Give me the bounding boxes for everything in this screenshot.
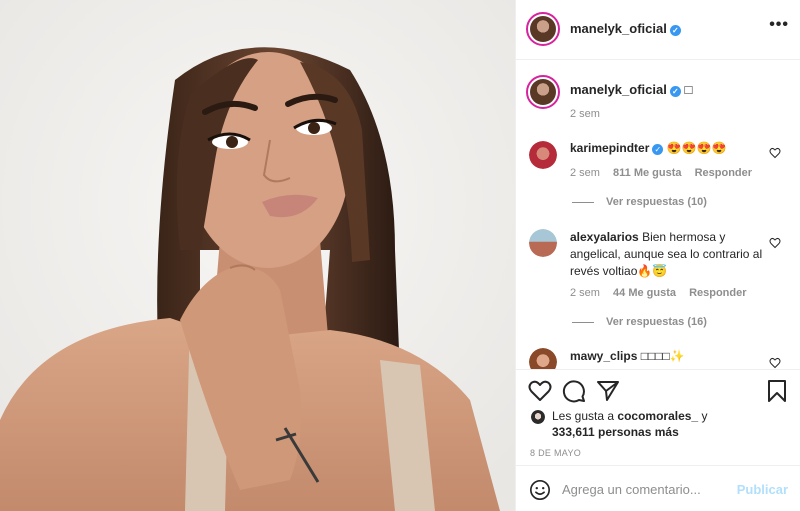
- comment-like-heart-icon[interactable]: [769, 147, 781, 159]
- post-date[interactable]: 8 DE MAYO: [530, 448, 581, 458]
- comment-like-heart-icon[interactable]: [769, 237, 781, 249]
- caption-time[interactable]: 2 sem: [570, 108, 600, 120]
- comment-likes[interactable]: 811 Me gusta: [613, 167, 681, 179]
- comment-avatar[interactable]: [529, 348, 557, 369]
- likes-count-line: 333,611 personas más: [552, 424, 679, 440]
- bookmark-icon[interactable]: [765, 379, 789, 403]
- comment-input[interactable]: [562, 478, 732, 500]
- share-paper-plane-icon[interactable]: [596, 379, 620, 403]
- publish-button[interactable]: Publicar: [737, 482, 788, 497]
- comment-item: alexyalarios Bien hermosa y angelical, a…: [570, 229, 765, 280]
- post-photo[interactable]: [0, 0, 515, 511]
- likes-prefix: Les gusta a: [552, 409, 615, 423]
- divider-line: [572, 201, 594, 203]
- comment-item: mawy_clips □□□□✨: [570, 348, 765, 365]
- comment-icon[interactable]: [562, 379, 586, 403]
- likes-user[interactable]: cocomorales_: [617, 409, 698, 423]
- caption-username[interactable]: manelyk_oficial ✓ □: [570, 82, 692, 97]
- author-username[interactable]: manelyk_oficial ✓: [570, 21, 681, 36]
- add-comment-bar: Publicar: [516, 465, 800, 511]
- reply-button[interactable]: Responder: [695, 167, 752, 179]
- likes-summary: Les gusta a cocomorales_ y: [552, 408, 707, 424]
- comment-like-heart-icon[interactable]: [769, 357, 781, 369]
- comment-time[interactable]: 2 sem: [570, 287, 600, 299]
- view-replies-label[interactable]: Ver respuestas (16): [606, 316, 707, 328]
- post-actions: Les gusta a cocomorales_ y 333,611 perso…: [516, 369, 800, 464]
- verified-badge-icon: ✓: [669, 86, 681, 97]
- likes-count[interactable]: 333,611 personas más: [552, 425, 679, 439]
- emoji-icon[interactable]: [529, 479, 551, 501]
- caption-author-avatar[interactable]: [526, 75, 560, 109]
- comment-meta: 2 sem 811 Me gusta Responder: [570, 167, 752, 179]
- comment-text: □□□□✨: [640, 349, 685, 363]
- comment-username[interactable]: mawy_clips: [570, 349, 637, 363]
- comment-item: karimepindter ✓ 😍😍😍😍: [570, 140, 765, 157]
- heart-icon[interactable]: [528, 379, 552, 403]
- caption-text: □: [684, 82, 693, 97]
- comment-likes[interactable]: 44 Me gusta: [613, 287, 676, 299]
- comments-list[interactable]: manelyk_oficial ✓ □ 2 sem karimepindter ✓ …: [516, 61, 800, 369]
- author-avatar[interactable]: [526, 12, 560, 46]
- verified-badge-icon: ✓: [652, 144, 664, 155]
- comment-text: 😍😍😍😍: [666, 141, 727, 155]
- caption-username-text[interactable]: manelyk_oficial: [570, 82, 667, 97]
- likes-conj: y: [701, 409, 708, 423]
- divider-line: [572, 321, 594, 323]
- portrait-photo: [0, 0, 515, 511]
- view-replies-button[interactable]: Ver respuestas (10): [572, 196, 707, 208]
- view-replies-label[interactable]: Ver respuestas (10): [606, 196, 707, 208]
- more-options-icon[interactable]: •••: [769, 16, 789, 34]
- comment-avatar[interactable]: [529, 141, 557, 169]
- view-replies-button[interactable]: Ver respuestas (16): [572, 316, 707, 328]
- verified-badge-icon: ✓: [669, 25, 681, 36]
- author-username-text[interactable]: manelyk_oficial: [570, 21, 667, 36]
- comment-username[interactable]: karimepindter: [570, 141, 649, 155]
- comment-time[interactable]: 2 sem: [570, 167, 600, 179]
- comment-avatar[interactable]: [529, 229, 557, 257]
- comment-username[interactable]: alexyalarios: [570, 230, 639, 244]
- liker-avatar[interactable]: [530, 409, 546, 425]
- comment-meta: 2 sem 44 Me gusta Responder: [570, 287, 747, 299]
- post-header: manelyk_oficial ✓ •••: [516, 0, 800, 60]
- reply-button[interactable]: Responder: [689, 287, 746, 299]
- post-details-panel: manelyk_oficial ✓ ••• manelyk_oficial ✓ □ …: [515, 0, 800, 511]
